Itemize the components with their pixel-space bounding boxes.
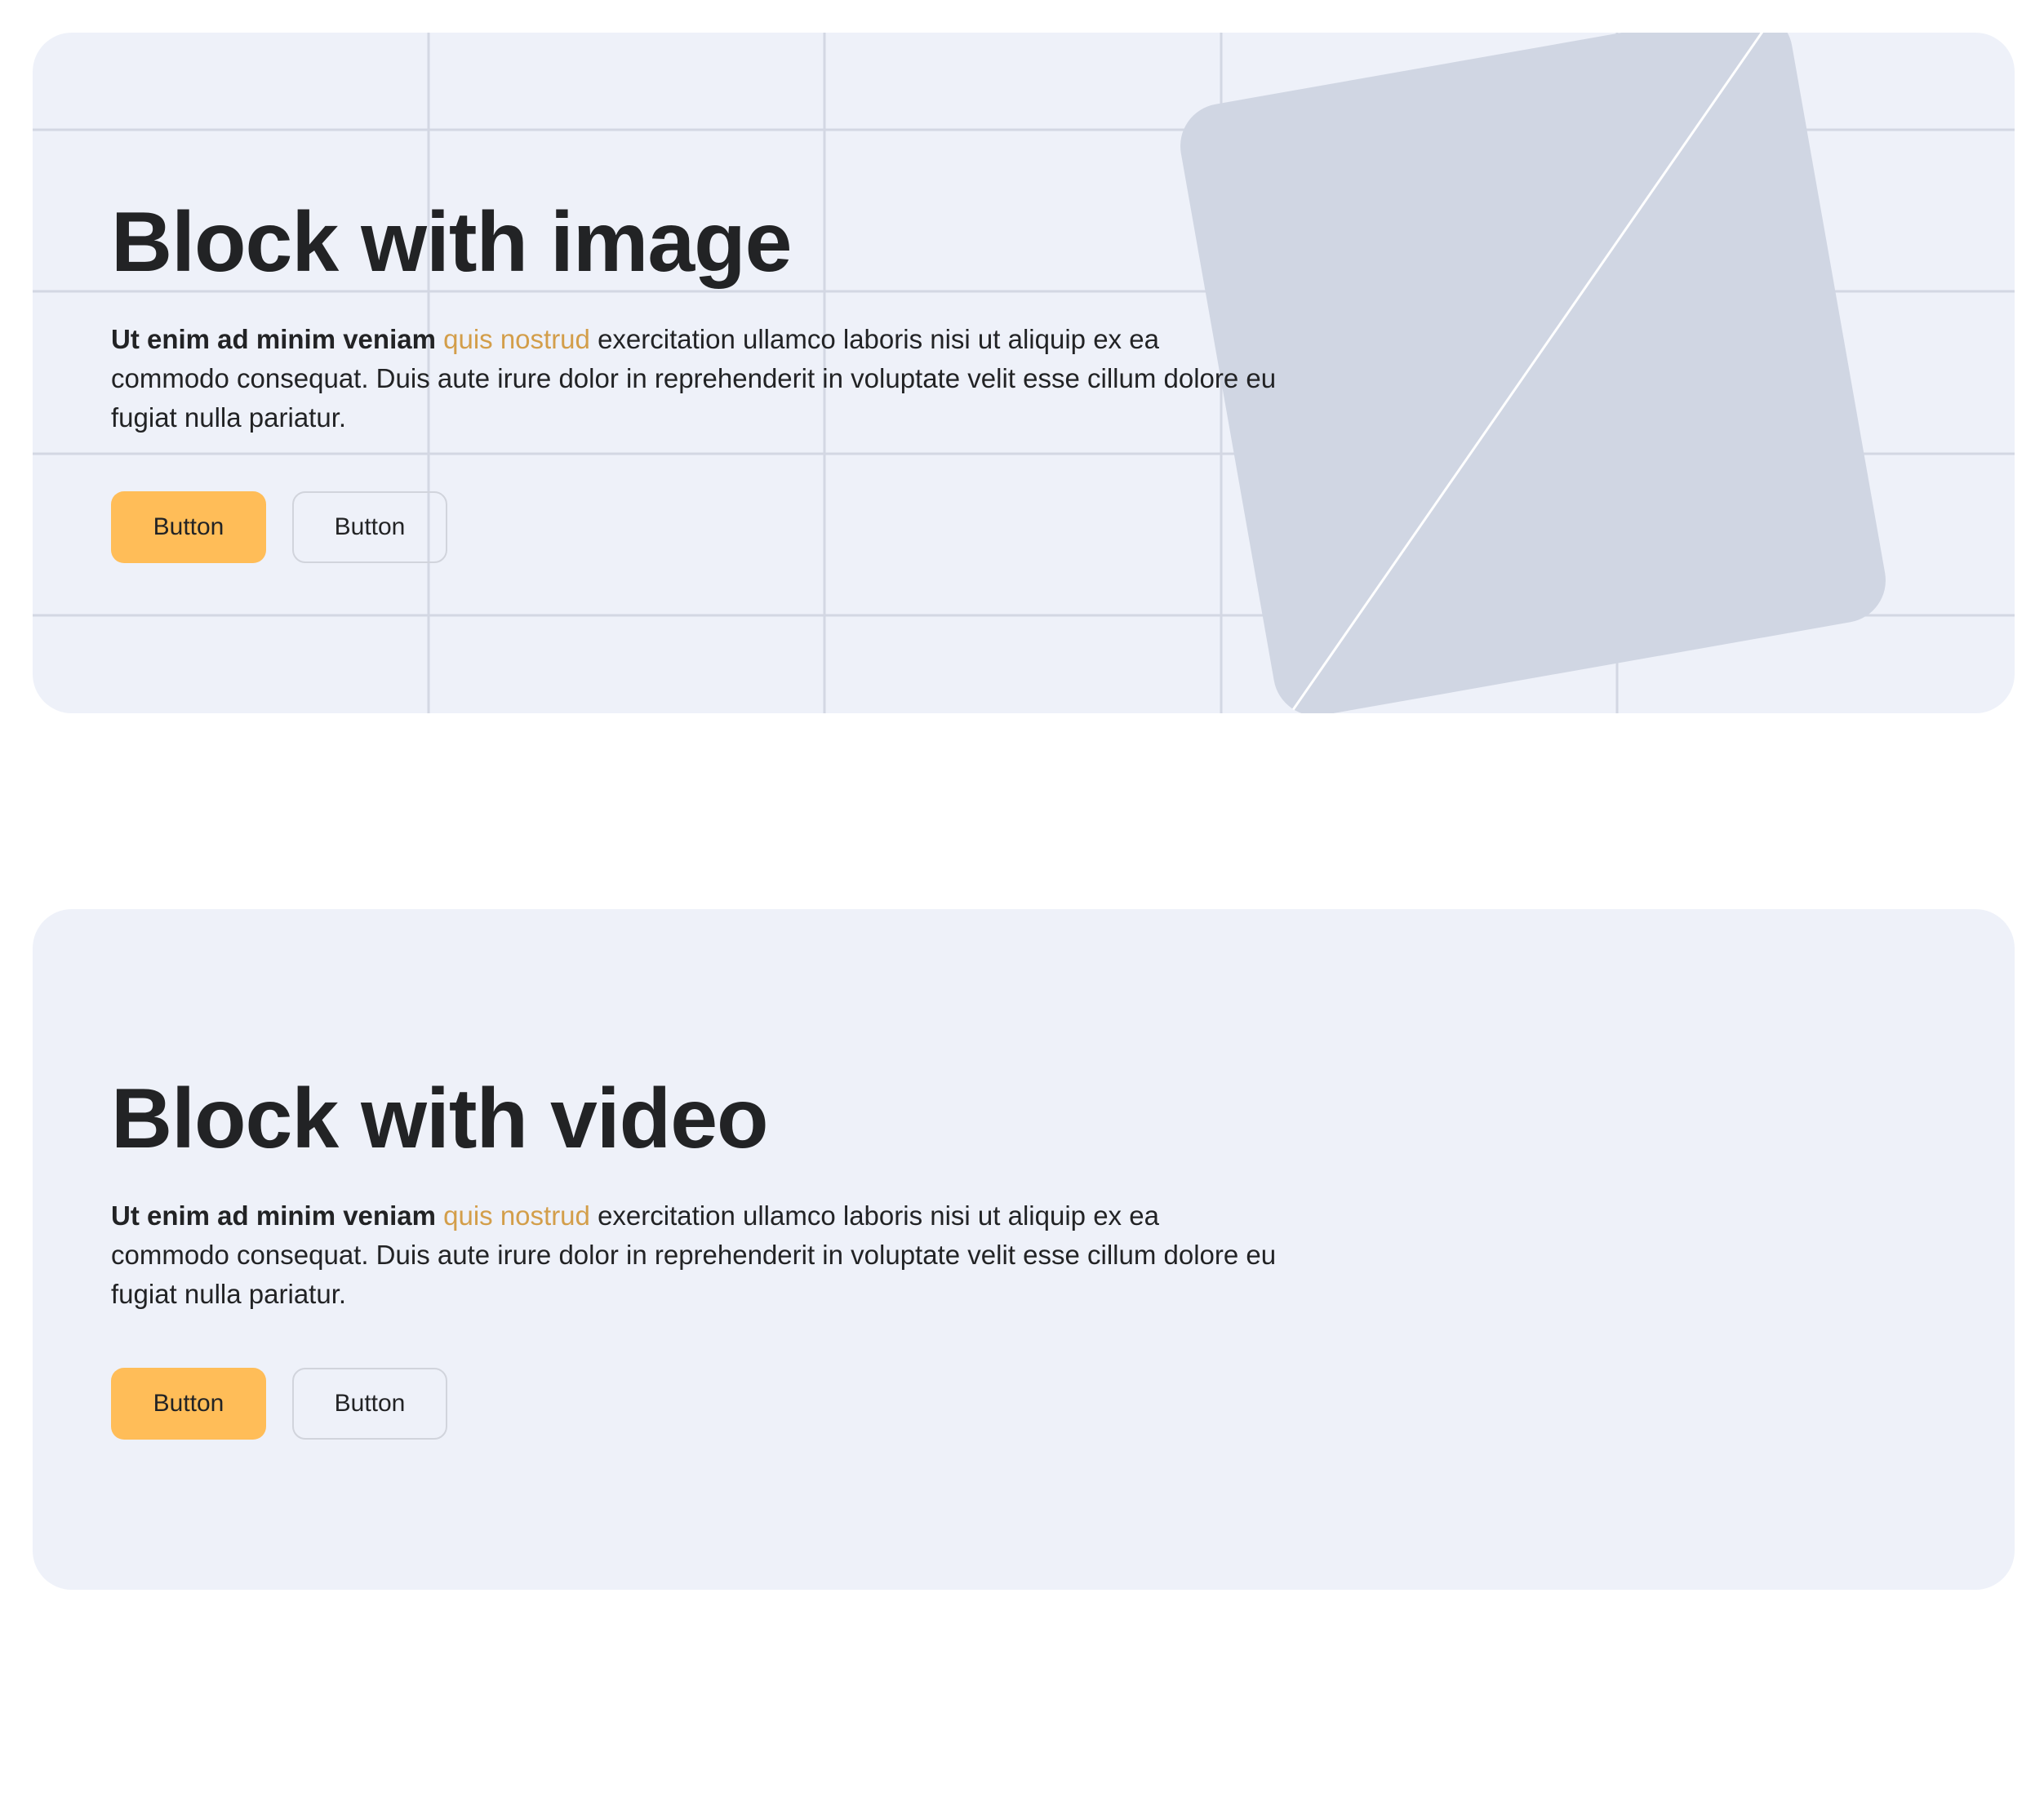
description-accent: quis nostrud (443, 1200, 590, 1231)
description-accent: quis nostrud (443, 324, 590, 355)
block-title: Block with image (111, 195, 793, 290)
block-with-image: Block with image Ut enim ad minim veniam… (33, 33, 2015, 713)
primary-button[interactable]: Button (111, 1368, 266, 1440)
button-group: Button Button (111, 491, 1335, 564)
secondary-button[interactable]: Button (292, 491, 447, 564)
block-content: Block with video Ut enim ad minim veniam… (111, 1072, 1335, 1440)
description-bold: Ut enim ad minim veniam (111, 1200, 436, 1231)
block-description: Ut enim ad minim veniam quis nostrud exe… (111, 320, 1278, 437)
block-description: Ut enim ad minim veniam quis nostrud exe… (111, 1196, 1278, 1314)
block-content: Block with image Ut enim ad minim veniam… (111, 195, 1335, 564)
block-with-video: Block with video Ut enim ad minim veniam… (33, 909, 2015, 1590)
primary-button[interactable]: Button (111, 491, 266, 564)
description-bold: Ut enim ad minim veniam (111, 324, 436, 355)
button-group: Button Button (111, 1368, 1335, 1440)
block-title: Block with video (111, 1072, 769, 1166)
secondary-button[interactable]: Button (292, 1368, 447, 1440)
